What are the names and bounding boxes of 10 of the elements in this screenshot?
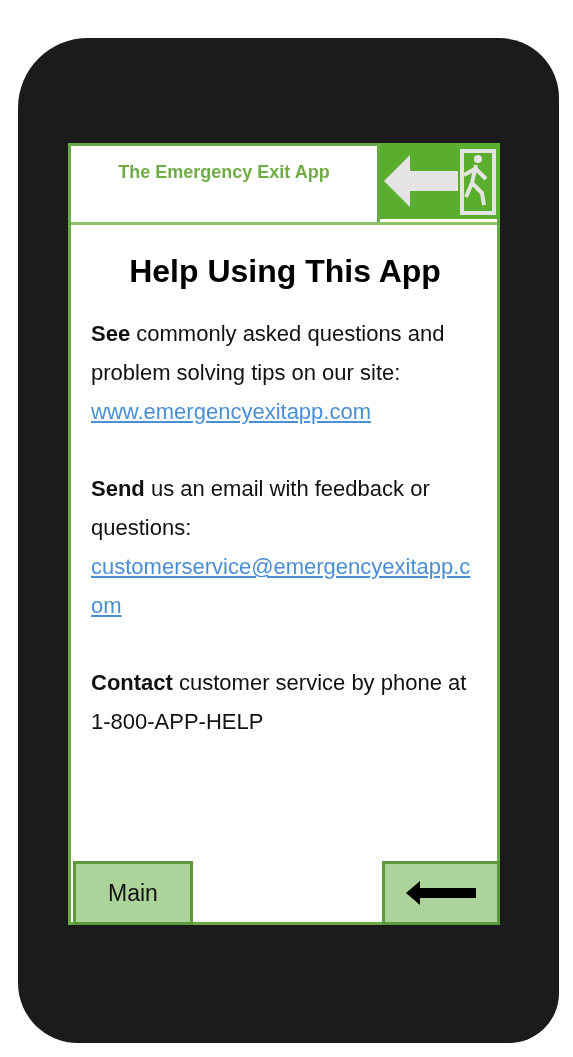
main-button[interactable]: Main <box>73 861 193 925</box>
back-button[interactable] <box>382 861 500 925</box>
page-heading: Help Using This App <box>128 253 442 290</box>
left-arrow-icon <box>406 881 476 905</box>
help-link[interactable]: customerservice@emergencyexitapp.com <box>91 547 479 625</box>
help-paragraph: Send us an email with feedback or questions: <box>91 475 431 542</box>
help-paragraph: See commonly asked questions and problem solving tips on our site: <box>91 320 446 387</box>
help-link[interactable]: www.emergencyexitapp.com <box>91 392 479 431</box>
help-paragraph: Contact customer service by phone at 1-800-APP-HELP <box>91 669 468 736</box>
exit-sign-icon <box>380 143 500 219</box>
